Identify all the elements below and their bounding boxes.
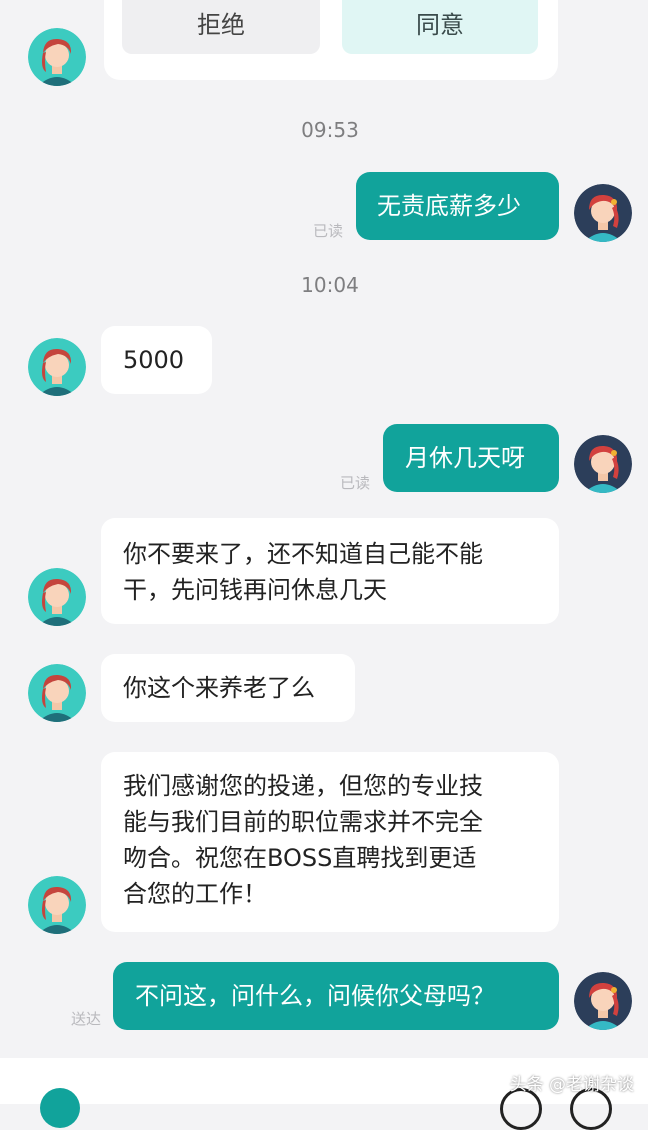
user-avatar[interactable] bbox=[574, 972, 632, 1030]
message-line: 你不要来了，还不知道自己能不能 bbox=[123, 540, 483, 568]
outgoing-message-bubble[interactable]: 不问这，问什么，问候你父母吗？ bbox=[113, 962, 559, 1030]
timestamp: 09:53 bbox=[301, 118, 359, 142]
message-line: 干，先问钱再问休息几天 bbox=[123, 576, 387, 604]
quick-reply-icon[interactable] bbox=[40, 1088, 80, 1128]
outgoing-message-bubble[interactable]: 月休几天呀 bbox=[383, 424, 559, 492]
message-line: 我们感谢您的投递，但您的专业技 bbox=[123, 772, 483, 800]
message-line: 合您的工作！ bbox=[123, 880, 267, 908]
incoming-message-bubble[interactable]: 你不要来了，还不知道自己能不能 干，先问钱再问休息几天 bbox=[101, 518, 559, 624]
outgoing-message-bubble[interactable]: 无责底薪多少 bbox=[356, 172, 559, 240]
recruiter-avatar[interactable] bbox=[28, 568, 86, 626]
message-line: 吻合。祝您在BOSS直聘找到更适 bbox=[123, 844, 477, 872]
recruiter-avatar[interactable] bbox=[28, 338, 86, 396]
agree-button[interactable]: 同意 bbox=[342, 0, 538, 54]
timestamp: 10:04 bbox=[301, 273, 359, 297]
read-status: 已读 bbox=[340, 474, 371, 492]
incoming-message-bubble[interactable]: 你这个来养老了么 bbox=[101, 654, 355, 722]
recruiter-avatar[interactable] bbox=[28, 876, 86, 934]
user-avatar[interactable] bbox=[574, 435, 632, 493]
message-line: 能与我们目前的职位需求并不完全 bbox=[123, 808, 483, 836]
recruiter-avatar[interactable] bbox=[28, 28, 86, 86]
incoming-message-bubble[interactable]: 5000 bbox=[101, 326, 212, 394]
reject-button[interactable]: 拒绝 bbox=[122, 0, 320, 54]
recruiter-avatar[interactable] bbox=[28, 664, 86, 722]
incoming-message-bubble[interactable]: 我们感谢您的投递，但您的专业技 能与我们目前的职位需求并不完全 吻合。祝您在BO… bbox=[101, 752, 559, 932]
delivered-status: 送达 bbox=[71, 1010, 102, 1028]
watermark: 头条 @老谢杂谈 bbox=[509, 1075, 634, 1095]
user-avatar[interactable] bbox=[574, 184, 632, 242]
read-status: 已读 bbox=[313, 222, 344, 240]
